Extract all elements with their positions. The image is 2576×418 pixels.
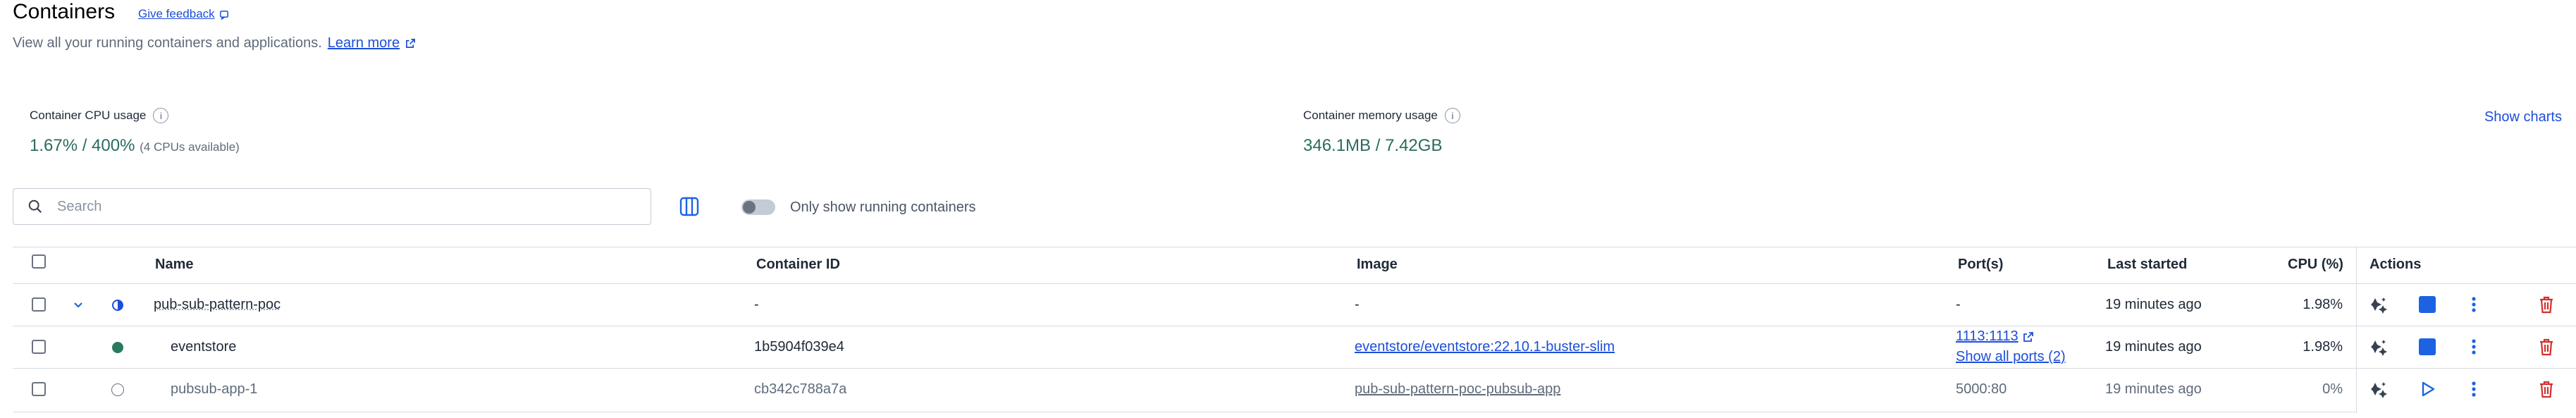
feedback-icon: [219, 10, 228, 20]
column-header-cpu[interactable]: CPU (%): [2288, 248, 2343, 281]
table-row[interactable]: pub-sub-pattern-poc - - - 19 minutes ago…: [0, 283, 2576, 326]
columns-icon[interactable]: [679, 196, 700, 217]
show-all-ports-link[interactable]: Show all ports (2): [1956, 349, 2066, 365]
table-row[interactable]: eventstore 1b5904f039e4 eventstore/event…: [0, 326, 2576, 368]
row-checkbox[interactable]: [32, 340, 46, 354]
external-link-icon: [2023, 331, 2033, 342]
external-link-icon: [406, 39, 416, 48]
memory-usage-label-text: Container memory usage: [1303, 109, 1438, 122]
give-feedback-link[interactable]: Give feedback: [138, 7, 230, 21]
row-name[interactable]: eventstore: [171, 326, 236, 368]
row-container-id: 1b5904f039e4: [754, 338, 844, 355]
show-charts-button[interactable]: Show charts: [2484, 109, 2562, 125]
row-port: 5000:80: [1956, 381, 2007, 397]
chevron-down-icon[interactable]: [72, 299, 85, 312]
info-icon[interactable]: i: [153, 108, 169, 123]
row-cpu: 1.98%: [2303, 296, 2343, 312]
row-image: -: [1355, 296, 1360, 312]
memory-usage-label: Container memory usage i: [1303, 108, 1460, 123]
stop-icon[interactable]: [2419, 296, 2436, 313]
column-header-image[interactable]: Image: [1357, 248, 1398, 281]
port-link[interactable]: 1113:1113: [1956, 328, 2019, 345]
column-header-ports[interactable]: Port(s): [1958, 248, 2003, 281]
running-only-label: Only show running containers: [790, 199, 976, 215]
row-name[interactable]: pub-sub-pattern-poc: [154, 283, 281, 326]
row-port: -: [1956, 296, 1961, 312]
stopped-status-icon: [111, 383, 124, 396]
column-header-actions: Actions: [2369, 256, 2422, 272]
search-box[interactable]: [13, 188, 651, 225]
learn-more-link[interactable]: Learn more: [328, 35, 400, 51]
column-header-name[interactable]: Name: [155, 248, 193, 281]
row-name[interactable]: pubsub-app-1: [171, 368, 257, 410]
subtitle-text: View all your running containers and app…: [13, 35, 322, 51]
row-image-link[interactable]: pub-sub-pattern-poc-pubsub-app: [1355, 368, 1560, 410]
more-options-icon[interactable]: [2467, 379, 2481, 399]
search-icon: [28, 199, 42, 214]
memory-usage-value: 346.1MB / 7.42GB: [1303, 136, 1443, 155]
more-options-icon[interactable]: [2467, 295, 2481, 314]
start-icon[interactable]: [2417, 379, 2437, 399]
cpu-usage-value-text: 1.67% / 400%: [30, 136, 135, 155]
page-subtitle: View all your running containers and app…: [13, 35, 416, 51]
row-checkbox[interactable]: [32, 382, 46, 396]
stop-icon[interactable]: [2419, 338, 2436, 355]
delete-icon[interactable]: [2537, 337, 2556, 357]
column-header-container-id[interactable]: Container ID: [756, 248, 840, 281]
row-last-started: 19 minutes ago: [2105, 338, 2202, 355]
row-cpu: 0%: [2322, 381, 2343, 397]
page-title: Containers: [13, 0, 116, 23]
cpu-usage-label: Container CPU usage i: [30, 108, 169, 123]
row-cpu: 1.98%: [2303, 338, 2343, 355]
row-container-id: cb342c788a7a: [754, 381, 847, 397]
cpu-available-note: (4 CPUs available): [140, 140, 240, 154]
table-row[interactable]: pubsub-app-1 cb342c788a7a pub-sub-patter…: [0, 368, 2576, 410]
debug-icon[interactable]: [2369, 338, 2389, 357]
debug-icon[interactable]: [2369, 380, 2389, 400]
search-input[interactable]: [56, 197, 622, 216]
give-feedback-label: Give feedback: [138, 7, 215, 20]
row-last-started: 19 minutes ago: [2105, 381, 2202, 397]
more-options-icon[interactable]: [2467, 337, 2481, 357]
info-icon[interactable]: i: [1444, 108, 1460, 123]
column-header-last-started[interactable]: Last started: [2107, 248, 2187, 281]
cpu-usage-label-text: Container CPU usage: [30, 109, 147, 122]
debug-icon[interactable]: [2369, 295, 2389, 315]
select-all-checkbox[interactable]: [32, 254, 46, 269]
row-container-id: -: [754, 296, 759, 312]
row-last-started: 19 minutes ago: [2105, 296, 2202, 312]
running-status-icon: [112, 342, 123, 353]
delete-icon[interactable]: [2537, 295, 2556, 314]
cpu-usage-value: 1.67% / 400% (4 CPUs available): [30, 136, 240, 156]
row-image-link[interactable]: eventstore/eventstore:22.10.1-buster-sli…: [1355, 326, 1615, 368]
port-link-group[interactable]: 1113:1113: [1956, 328, 2034, 345]
row-checkbox[interactable]: [32, 297, 46, 312]
delete-icon[interactable]: [2537, 379, 2556, 399]
partial-status-icon: [112, 300, 123, 311]
running-only-toggle[interactable]: [741, 199, 775, 215]
